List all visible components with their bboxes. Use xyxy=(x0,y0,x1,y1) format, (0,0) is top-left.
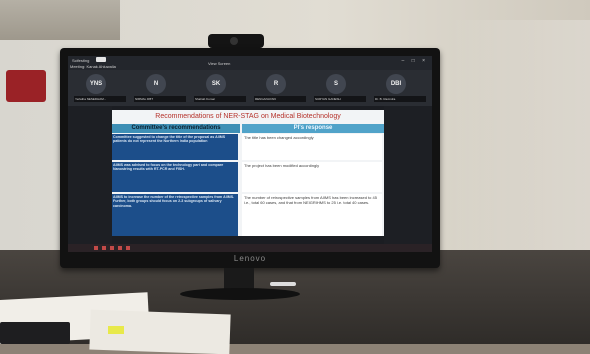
recommendations-table: Committee's recommendations PI's respons… xyxy=(112,124,384,236)
participant-name: Yerlatha NESEDHAM... xyxy=(74,96,126,102)
table-cell-recommendation: AIIMS was advised to focus on the techno… xyxy=(112,162,238,192)
webcam-icon xyxy=(208,34,264,48)
taskbar-icon[interactable] xyxy=(102,246,106,250)
table-cell-recommendation: Committee suggested to change the title … xyxy=(112,134,238,160)
avatar: YNS xyxy=(86,74,106,94)
column-header-recommendations: Committee's recommendations xyxy=(112,124,240,133)
meeting-label: Meeting: Kanak Ahluwalia xyxy=(70,64,116,69)
right-gutter xyxy=(384,106,432,246)
left-gutter xyxy=(68,106,112,246)
sharing-label[interactable]: View Screen xyxy=(208,61,230,66)
participant-name: NIRMAL DBT xyxy=(134,96,186,102)
table-cell-recommendation: AIIMS to increase the number of the retr… xyxy=(112,194,238,236)
taskbar-icon[interactable] xyxy=(118,246,122,250)
avatar: DBI xyxy=(386,74,406,94)
participant-tile[interactable]: YNS Yerlatha NESEDHAM... xyxy=(74,72,126,102)
record-icon[interactable] xyxy=(96,57,106,62)
table-cell-response: The number of retrospective samples from… xyxy=(242,194,382,236)
column-header-response: PI's response xyxy=(242,124,384,133)
app-titlebar: Scifesting Meeting: Kanak Ahluwalia View… xyxy=(68,56,432,70)
participant-name: RENGANAYAKI xyxy=(254,96,306,102)
taskbar-icon[interactable] xyxy=(94,246,98,250)
participant-tile[interactable]: R RENGANAYAKI xyxy=(254,72,306,102)
participant-tile[interactable]: DBI Dr. B. Ravindra xyxy=(374,72,426,102)
taskbar-icon[interactable] xyxy=(110,246,114,250)
participant-name: Shahab Kumar xyxy=(194,96,246,102)
participant-name: SURYAN GANESH xyxy=(314,96,366,102)
table-cell-response: The title has been changed accordingly xyxy=(242,134,382,160)
shelf xyxy=(0,0,120,40)
participants-strip: YNS Yerlatha NESEDHAM... N NIRMAL DBT SK… xyxy=(68,70,432,106)
monitor-brand-logo: Lenovo xyxy=(233,254,267,263)
cable xyxy=(270,282,296,286)
window-controls[interactable]: – □ × xyxy=(402,58,429,64)
avatar: SK xyxy=(206,74,226,94)
table-cell-response: The project has been modified accordingl… xyxy=(242,162,382,192)
slide-title: Recommendations of NER-STAG on Medical B… xyxy=(155,113,341,120)
participant-tile[interactable]: S SURYAN GANESH xyxy=(314,72,366,102)
app-name: Scifesting xyxy=(72,58,90,63)
red-object xyxy=(6,70,46,102)
avatar: S xyxy=(326,74,346,94)
participant-tile[interactable]: SK Shahab Kumar xyxy=(194,72,246,102)
phone xyxy=(0,322,70,344)
avatar: R xyxy=(266,74,286,94)
participant-name: Dr. B. Ravindra xyxy=(374,96,426,102)
participant-tile[interactable]: N NIRMAL DBT xyxy=(134,72,186,102)
monitor: Scifesting Meeting: Kanak Ahluwalia View… xyxy=(60,48,440,268)
avatar: N xyxy=(146,74,166,94)
taskbar xyxy=(68,244,432,252)
taskbar-icons xyxy=(94,246,130,250)
sticky-note xyxy=(108,326,124,334)
screen: Scifesting Meeting: Kanak Ahluwalia View… xyxy=(68,56,432,252)
taskbar-icon[interactable] xyxy=(126,246,130,250)
shared-slide: Recommendations of NER-STAG on Medical B… xyxy=(112,110,384,236)
wall-light xyxy=(450,20,590,270)
monitor-base xyxy=(180,288,300,300)
